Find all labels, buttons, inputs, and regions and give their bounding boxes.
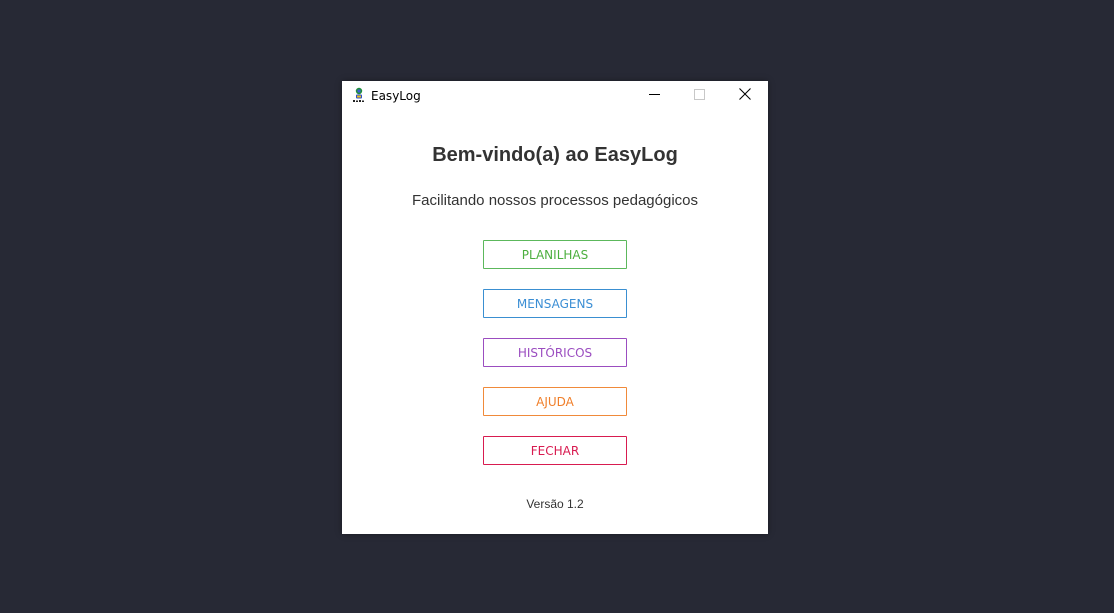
- version-label: Versão 1.2: [526, 497, 584, 511]
- planilhas-button[interactable]: PLANILHAS: [483, 240, 627, 269]
- close-window-button[interactable]: [722, 81, 767, 111]
- close-icon: [738, 87, 751, 105]
- mensagens-button[interactable]: MENSAGENS: [483, 289, 627, 318]
- maximize-button[interactable]: [677, 81, 722, 111]
- welcome-subtitle: Facilitando nossos processos pedagógicos: [411, 192, 698, 209]
- title-bar[interactable]: EasyLog: [342, 81, 768, 111]
- minimize-icon: [649, 87, 660, 105]
- maximize-icon: [694, 87, 705, 105]
- historicos-button[interactable]: HISTÓRICOS: [483, 338, 627, 367]
- welcome-heading: Bem-vindo(a) ao EasyLog: [432, 144, 678, 166]
- easylog-logo-icon: [352, 87, 366, 104]
- minimize-button[interactable]: [632, 81, 677, 111]
- fechar-button[interactable]: FECHAR: [483, 436, 627, 465]
- easylog-window: EasyLog Bem-vindo(a) ao EasyLog Facilita…: [342, 81, 768, 534]
- ajuda-button[interactable]: AJUDA: [483, 387, 627, 416]
- window-title: EasyLog: [371, 89, 421, 103]
